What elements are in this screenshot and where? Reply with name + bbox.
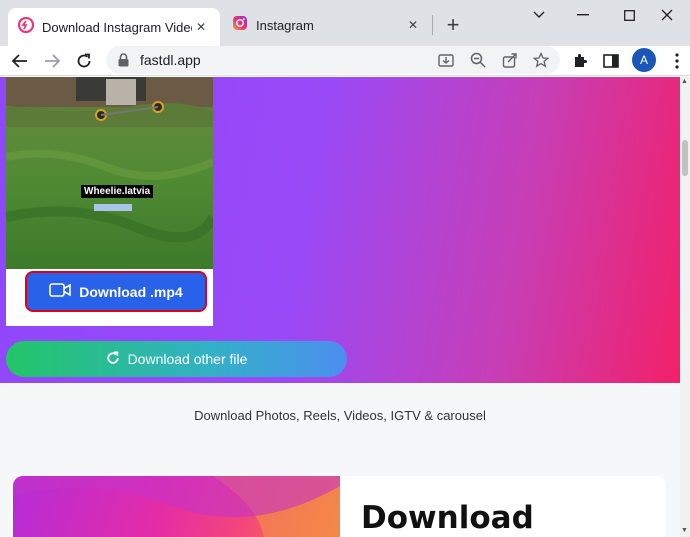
download-mp4-label: Download .mp4 bbox=[79, 283, 183, 300]
back-button[interactable] bbox=[7, 48, 33, 74]
download-other-file-label: Download other file bbox=[127, 351, 248, 367]
minimize-button[interactable] bbox=[560, 0, 606, 30]
scrollbar-thumb[interactable] bbox=[682, 140, 688, 176]
instagram-icon bbox=[232, 15, 248, 36]
tab-search-button[interactable] bbox=[516, 0, 562, 30]
video-overlay-sublabel bbox=[94, 204, 132, 211]
fastdl-icon bbox=[17, 16, 35, 38]
tab-title: Instagram bbox=[256, 17, 314, 33]
close-tab-icon[interactable]: ✕ bbox=[404, 16, 422, 34]
tab-fastdl[interactable]: Download Instagram Video, ✕ bbox=[8, 8, 220, 46]
side-panel-icon[interactable] bbox=[598, 48, 624, 74]
promo-title: Download bbox=[361, 500, 534, 536]
scroll-up-arrow-icon[interactable]: ▲ bbox=[681, 78, 688, 85]
download-mp4-button[interactable]: Download .mp4 bbox=[25, 271, 207, 312]
tab-instagram[interactable]: Instagram ✕ bbox=[222, 8, 432, 42]
extensions-icon[interactable] bbox=[567, 48, 593, 74]
address-bar[interactable]: fastdl.app bbox=[106, 46, 560, 74]
reload-button[interactable] bbox=[71, 48, 97, 74]
share-icon[interactable] bbox=[500, 50, 520, 70]
tab-strip: Download Instagram Video, ✕ Instagram ✕ … bbox=[0, 0, 690, 46]
profile-avatar[interactable]: A bbox=[632, 48, 656, 72]
scroll-down-arrow-icon[interactable]: ▼ bbox=[681, 527, 688, 534]
close-window-button[interactable] bbox=[644, 0, 690, 30]
install-app-icon[interactable] bbox=[436, 50, 456, 70]
browser-toolbar: fastdl.app A bbox=[0, 46, 690, 76]
video-camera-icon bbox=[49, 282, 72, 301]
tagline: Download Photos, Reels, Videos, IGTV & c… bbox=[194, 408, 486, 423]
refresh-icon bbox=[106, 350, 120, 368]
zoom-icon[interactable] bbox=[468, 50, 488, 70]
lock-icon[interactable] bbox=[118, 53, 129, 72]
new-tab-button[interactable]: + bbox=[441, 12, 465, 37]
page-viewport: Wheelie.latvia Download .mp4 Download ot… bbox=[0, 77, 690, 537]
tab-title: Download Instagram Video, bbox=[42, 19, 192, 35]
download-other-file-button[interactable]: Download other file bbox=[6, 341, 347, 377]
close-tab-icon[interactable]: ✕ bbox=[192, 18, 210, 36]
forward-button[interactable] bbox=[39, 48, 65, 74]
url-text: fastdl.app bbox=[140, 52, 201, 68]
tab-separator bbox=[432, 15, 433, 35]
hero-section: Wheelie.latvia Download .mp4 Download ot… bbox=[0, 77, 680, 383]
video-result-card: Wheelie.latvia Download .mp4 bbox=[6, 77, 213, 326]
promo-illustration bbox=[13, 476, 340, 537]
promo-card: Download bbox=[13, 476, 666, 537]
video-overlay-label: Wheelie.latvia bbox=[81, 185, 154, 198]
video-thumbnail[interactable]: Wheelie.latvia bbox=[6, 77, 213, 269]
bookmark-star-icon[interactable] bbox=[531, 50, 551, 70]
menu-kebab-icon[interactable] bbox=[664, 48, 690, 74]
